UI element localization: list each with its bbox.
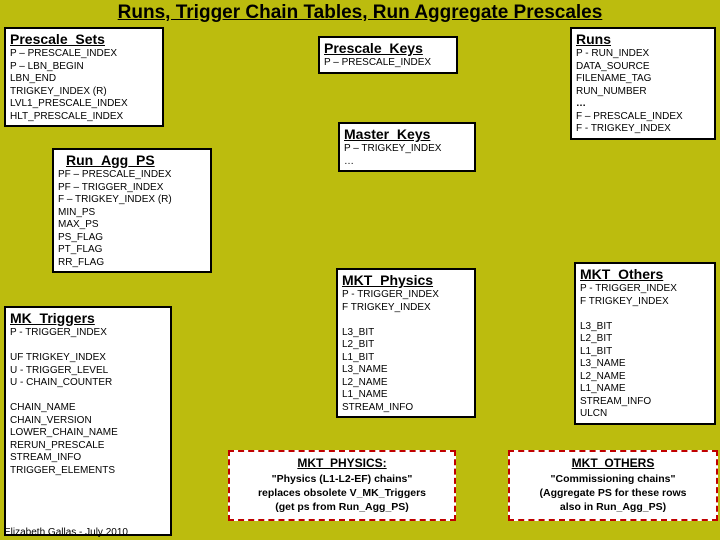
field-line xyxy=(580,308,710,321)
note-line: also in Run_Agg_PS) xyxy=(516,500,710,514)
field-line: STREAM_INFO xyxy=(580,396,710,409)
field-line: UF TRIGKEY_INDEX xyxy=(10,352,166,365)
note-line: (get ps from Run_Agg_PS) xyxy=(236,500,448,514)
field-line: PF – PRESCALE_INDEX xyxy=(58,169,206,182)
field-line: TRIGKEY_INDEX (R) xyxy=(10,86,158,99)
field-line: PS_FLAG xyxy=(58,232,206,245)
field-line: F - TRIGKEY_INDEX xyxy=(576,123,710,136)
runs-header: Runs xyxy=(576,31,710,47)
field-line: L1_NAME xyxy=(580,383,710,396)
field-line: TRIGGER_ELEMENTS xyxy=(10,465,166,478)
field-line: L3_NAME xyxy=(342,364,470,377)
field-line: LBN_END xyxy=(10,73,158,86)
field-line: P - TRIGGER_INDEX xyxy=(10,327,166,340)
field-line: F – TRIGKEY_INDEX (R) xyxy=(58,194,206,207)
field-line: RERUN_PRESCALE xyxy=(10,440,166,453)
field-line: ULCN xyxy=(580,408,710,421)
run-agg-ps-header: Run_Agg_PS xyxy=(66,152,206,168)
field-line: … xyxy=(344,156,470,169)
field-line: L1_BIT xyxy=(342,352,470,365)
field-line: PF – TRIGGER_INDEX xyxy=(58,182,206,195)
field-line: F TRIGKEY_INDEX xyxy=(342,302,470,315)
field-line: L3_NAME xyxy=(580,358,710,371)
field-line: RUN_NUMBER xyxy=(576,86,710,99)
runs-box: Runs P - RUN_INDEX DATA_SOURCE FILENAME_… xyxy=(570,27,716,140)
field-line: RR_FLAG xyxy=(58,257,206,270)
mkt-others-header: MKT_Others xyxy=(580,266,710,282)
mkt-physics-header: MKT_Physics xyxy=(342,272,470,288)
field-line xyxy=(10,340,166,353)
field-line: L3_BIT xyxy=(580,321,710,334)
mkt-others-box: MKT_Others P - TRIGGER_INDEX F TRIGKEY_I… xyxy=(574,262,716,425)
note-mkt-others: MKT_OTHERS "Commissioning chains" (Aggre… xyxy=(508,450,718,521)
note-physics-title: MKT_PHYSICS: xyxy=(236,456,448,470)
note-others-title: MKT_OTHERS xyxy=(516,456,710,470)
field-line: F – PRESCALE_INDEX xyxy=(576,111,710,124)
field-line xyxy=(342,314,470,327)
field-line: L3_BIT xyxy=(342,327,470,340)
master-keys-box: Master_Keys P – TRIGKEY_INDEX … xyxy=(338,122,476,172)
field-line: P - TRIGGER_INDEX xyxy=(342,289,470,302)
ellipsis: … xyxy=(576,98,710,111)
prescale-keys-box: Prescale_Keys P – PRESCALE_INDEX xyxy=(318,36,458,74)
field-line xyxy=(10,390,166,403)
mkt-physics-box: MKT_Physics P - TRIGGER_INDEX F TRIGKEY_… xyxy=(336,268,476,418)
field-line: F TRIGKEY_INDEX xyxy=(580,296,710,309)
field-line: L2_NAME xyxy=(580,371,710,384)
field-line: L1_BIT xyxy=(580,346,710,359)
field-line: LOWER_CHAIN_NAME xyxy=(10,427,166,440)
field-line: MAX_PS xyxy=(58,219,206,232)
note-mkt-physics: MKT_PHYSICS: "Physics (L1-L2-EF) chains"… xyxy=(228,450,456,521)
field-line: DATA_SOURCE xyxy=(576,61,710,74)
prescale-keys-header: Prescale_Keys xyxy=(324,40,452,56)
field-line: P - TRIGGER_INDEX xyxy=(580,283,710,296)
mk-triggers-box: MK_Triggers P - TRIGGER_INDEX UF TRIGKEY… xyxy=(4,306,172,536)
main-title: Runs, Trigger Chain Tables, Run Aggregat… xyxy=(0,2,720,24)
prescale-sets-header: Prescale_Sets xyxy=(10,31,158,47)
field-line: P – PRESCALE_INDEX xyxy=(324,57,452,70)
field-line: STREAM_INFO xyxy=(342,402,470,415)
field-line: U - TRIGGER_LEVEL xyxy=(10,365,166,378)
field-line: FILENAME_TAG xyxy=(576,73,710,86)
master-keys-header: Master_Keys xyxy=(344,126,470,142)
field-line: CHAIN_VERSION xyxy=(10,415,166,428)
field-line: P - RUN_INDEX xyxy=(576,48,710,61)
note-line: "Commissioning chains" xyxy=(516,472,710,486)
field-line: LVL1_PRESCALE_INDEX xyxy=(10,98,158,111)
field-line: MIN_PS xyxy=(58,207,206,220)
field-line: PT_FLAG xyxy=(58,244,206,257)
field-line: P – TRIGKEY_INDEX xyxy=(344,143,470,156)
field-line: P – LBN_BEGIN xyxy=(10,61,158,74)
prescale-sets-box: Prescale_Sets P – PRESCALE_INDEX P – LBN… xyxy=(4,27,164,127)
field-line: U - CHAIN_COUNTER xyxy=(10,377,166,390)
field-line: L1_NAME xyxy=(342,389,470,402)
field-line: STREAM_INFO xyxy=(10,452,166,465)
run-agg-ps-box: Run_Agg_PS PF – PRESCALE_INDEX PF – TRIG… xyxy=(52,148,212,273)
field-line: L2_BIT xyxy=(580,333,710,346)
field-line: P – PRESCALE_INDEX xyxy=(10,48,158,61)
field-line: L2_BIT xyxy=(342,339,470,352)
mk-triggers-header: MK_Triggers xyxy=(10,310,166,326)
field-line: HLT_PRESCALE_INDEX xyxy=(10,111,158,124)
field-line: CHAIN_NAME xyxy=(10,402,166,415)
note-line: replaces obsolete V_MK_Triggers xyxy=(236,486,448,500)
field-line: L2_NAME xyxy=(342,377,470,390)
note-line: "Physics (L1-L2-EF) chains" xyxy=(236,472,448,486)
note-line: (Aggregate PS for these rows xyxy=(516,486,710,500)
footer-credit: Elizabeth Gallas - July 2010 xyxy=(4,527,128,538)
